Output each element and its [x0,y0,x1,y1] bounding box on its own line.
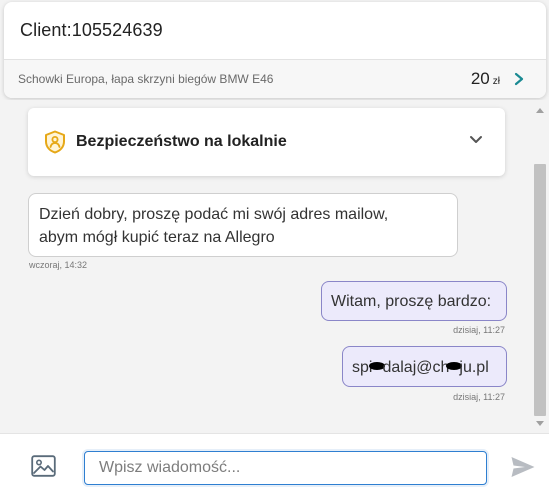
message-bubble-outgoing: Witam, proszę bardzo: [321,281,507,321]
security-panel[interactable]: Bezpieczeństwo na lokalnie [28,108,505,176]
message-bubble-incoming: Dzień dobry, proszę podać mi swój adres … [28,193,458,257]
scroll-thumb[interactable] [534,164,546,416]
message-email-text: spi dalaj@ch ju.pl [352,356,489,379]
send-icon[interactable] [510,455,536,479]
message-bubble-outgoing: spi dalaj@ch ju.pl [342,346,507,387]
offer-currency: zł [492,76,500,87]
message-text-line: Dzień dobry, proszę podać mi swój adres … [39,206,389,223]
client-title: Client:105524639 [20,20,163,40]
chevron-down-icon[interactable] [469,134,483,146]
scroll-up-arrow[interactable] [536,108,544,113]
message-input[interactable] [84,451,487,485]
messages-scrollbar[interactable] [533,106,547,428]
message-text-line: abym mógł kupić teraz na Allegro [39,229,275,246]
offer-title: Schowki Europa, łapa skrzyni biegów BMW … [18,72,274,86]
conversation-header: Client:105524639 Schowki Europa, łapa sk… [4,2,546,98]
image-icon[interactable] [31,455,56,477]
message-timestamp: dzisiaj, 11:27 [453,325,505,335]
offer-price: 20 zł [471,69,500,89]
offer-link[interactable]: Schowki Europa, łapa skrzyni biegów BMW … [4,60,546,98]
email-part: dalaj@ch [382,359,450,376]
message-timestamp: wczoraj, 14:32 [29,260,88,270]
message-composer [0,433,549,489]
offer-price-value: 20 [470,69,490,88]
message-text: Witam, proszę bardzo: [331,293,492,310]
email-part: ju.pl [459,359,489,376]
scroll-down-arrow[interactable] [536,421,544,426]
chat-page: Client:105524639 Schowki Europa, łapa sk… [0,0,549,489]
chevron-right-icon[interactable] [512,72,526,86]
security-title: Bezpieczeństwo na lokalnie [76,133,287,150]
shield-user-icon [45,130,65,154]
message-timestamp: dzisiaj, 11:27 [453,392,505,402]
